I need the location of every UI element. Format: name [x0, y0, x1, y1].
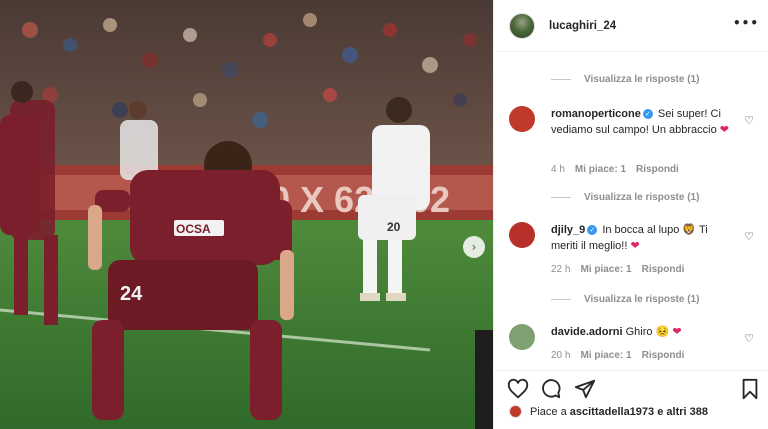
- liked-by: Piace a ascittadella1973 e altri 388: [509, 405, 708, 418]
- verified-badge-icon: ✓: [587, 225, 598, 236]
- view-replies-link[interactable]: Visualizza le risposte (1): [551, 74, 699, 85]
- commenter-username[interactable]: davide.adorni: [551, 326, 623, 338]
- comment-like-icon[interactable]: ♡: [744, 332, 754, 345]
- comment-time[interactable]: 4 h: [551, 164, 565, 175]
- comment-time[interactable]: 20 h: [551, 350, 570, 361]
- action-bar: [494, 370, 768, 405]
- sponsor-text: OCSA: [176, 222, 211, 236]
- comment-text: Ghiro 😣: [625, 326, 670, 338]
- comment-meta: 4 h Mi piace: 1 Rispondi: [551, 164, 679, 175]
- liked-by-user[interactable]: ascittadella1973: [570, 406, 654, 418]
- comment-likes[interactable]: Mi piace: 1: [580, 264, 631, 275]
- author-username[interactable]: lucaghiri_24: [549, 20, 616, 32]
- heart-emoji-icon: ❤: [672, 325, 682, 338]
- commenter-username[interactable]: djily_9: [551, 224, 585, 236]
- comment-meta: 22 h Mi piace: 1 Rispondi: [551, 264, 684, 275]
- comment-body: davide.adorni Ghiro 😣 ❤: [551, 324, 736, 340]
- more-horizontal-icon[interactable]: •••: [733, 16, 759, 30]
- divider-line: [551, 79, 571, 80]
- liker-avatar[interactable]: [509, 405, 522, 418]
- football-match-image: 40 X 62 02 20 OCSA 24: [0, 0, 493, 429]
- commenter-avatar[interactable]: [509, 106, 535, 132]
- heart-emoji-icon: ❤: [630, 239, 640, 252]
- author-avatar[interactable]: [509, 12, 535, 39]
- view-replies-label: Visualizza le risposte (1): [584, 294, 700, 305]
- divider-line: [551, 299, 571, 300]
- comment-likes[interactable]: Mi piace: 1: [575, 164, 626, 175]
- reply-button[interactable]: Rispondi: [642, 264, 685, 275]
- comment-like-icon[interactable]: ♡: [744, 230, 754, 243]
- comment-like-icon[interactable]: ♡: [744, 114, 754, 127]
- commenter-avatar[interactable]: [509, 222, 535, 248]
- post-photo: 40 X 62 02 20 OCSA 24 ›: [0, 0, 493, 429]
- liked-by-others[interactable]: e altri 388: [657, 406, 708, 418]
- shirt-number: 24: [120, 283, 143, 305]
- comment-time[interactable]: 22 h: [551, 264, 570, 275]
- view-replies-link[interactable]: Visualizza le risposte (1): [551, 294, 699, 305]
- heart-outline-icon[interactable]: [507, 378, 529, 400]
- comment-body: romanoperticone ✓ Sei super! Ci vediamo s…: [551, 106, 736, 138]
- share-icon[interactable]: [574, 378, 596, 400]
- bookmark-icon[interactable]: [739, 378, 761, 400]
- view-replies-link[interactable]: Visualizza le risposte (1): [551, 192, 699, 203]
- divider-line: [551, 197, 571, 198]
- liked-by-prefix: Piace a: [530, 405, 567, 418]
- comment-likes[interactable]: Mi piace: 1: [580, 350, 631, 361]
- comments-list: Visualizza le risposte (1) romanopertico…: [494, 52, 768, 370]
- view-replies-label: Visualizza le risposte (1): [584, 74, 700, 85]
- post-header: lucaghiri_24 •••: [494, 0, 768, 52]
- opponent-number: 20: [387, 220, 401, 234]
- verified-badge-icon: ✓: [642, 109, 653, 120]
- commenter-username[interactable]: romanoperticone: [551, 108, 641, 120]
- comment-icon[interactable]: [540, 378, 562, 400]
- comments-panel: lucaghiri_24 ••• Visualizza le risposte …: [493, 0, 768, 429]
- comment-body: djily_9 ✓ In bocca al lupo 🦁 Ti meriti il…: [551, 222, 736, 254]
- next-image-button[interactable]: ›: [463, 236, 485, 258]
- view-replies-label: Visualizza le risposte (1): [584, 192, 700, 203]
- commenter-avatar[interactable]: [509, 324, 535, 350]
- heart-emoji-icon: ❤: [719, 123, 729, 136]
- reply-button[interactable]: Rispondi: [642, 350, 685, 361]
- reply-button[interactable]: Rispondi: [636, 164, 679, 175]
- comment-meta: 20 h Mi piace: 1 Rispondi: [551, 350, 684, 361]
